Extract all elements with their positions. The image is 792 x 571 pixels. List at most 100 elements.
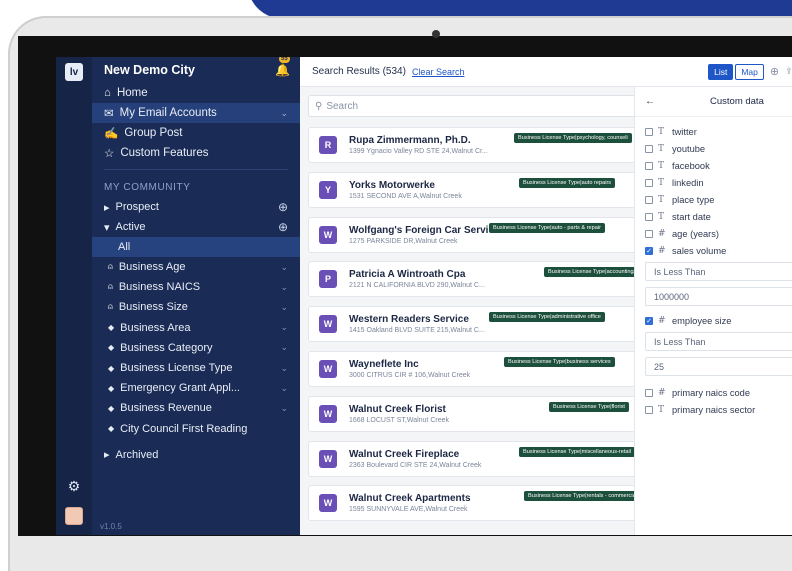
list-item[interactable]: Y Yorks Motorwerke 1531 SECOND AVE A,Walnu…	[308, 171, 668, 208]
app-screen: lv ⚙ New Demo City 🔔 55 ⌂ Home ✉ My Email A…	[56, 57, 792, 535]
field-label: twitter	[672, 126, 697, 137]
custom-field-option[interactable]: Tlinkedin	[635, 174, 792, 191]
chevron-down-icon[interactable]: ⌄	[280, 322, 288, 333]
checkbox[interactable]	[645, 178, 653, 187]
checkbox[interactable]: ✓	[645, 316, 653, 325]
clear-search-link[interactable]: Clear Search	[412, 67, 465, 77]
list-item[interactable]: W Wolfgang's Foreign Car Service 1275 PARK…	[308, 216, 668, 253]
chevron-down-icon[interactable]: ⌄	[280, 302, 288, 313]
share-icon[interactable]: ⇪	[785, 66, 792, 77]
business-name[interactable]: Walnut Creek Florist	[349, 404, 449, 415]
list-item[interactable]: R Rupa Zimmermann, Ph.D. 1399 Ygnacio Vall…	[308, 127, 668, 163]
workspace-title[interactable]: New Demo City	[104, 63, 195, 77]
business-name[interactable]: Walnut Creek Apartments	[349, 493, 471, 504]
tree-label: Active	[115, 221, 146, 233]
back-arrow-icon[interactable]: ←	[645, 96, 655, 107]
checkbox[interactable]	[645, 161, 653, 170]
checkbox[interactable]: ✓	[645, 246, 653, 255]
sidebar-item-group-post[interactable]: ✍ Group Post	[92, 123, 300, 143]
chevron-down-icon[interactable]: ⌄	[280, 108, 288, 119]
business-name[interactable]: Rupa Zimmermann, Ph.D.	[349, 135, 488, 146]
field-employee-size[interactable]: ✓ # employee size	[635, 312, 792, 329]
list-view-button[interactable]: List	[708, 63, 734, 80]
add-prospect-icon[interactable]: ⊕	[278, 200, 288, 214]
custom-field-option[interactable]: Tstart date	[635, 208, 792, 225]
sidebar-filter[interactable]: ◆ Business Revenue ⌄	[92, 398, 300, 418]
add-circle-icon[interactable]: ⊕	[770, 65, 779, 78]
list-item[interactable]: W Walnut Creek Florist 1668 LOCUST ST,Waln…	[308, 395, 668, 432]
tree-archived[interactable]: ▸ Archived	[92, 445, 300, 465]
gear-icon[interactable]: ⚙	[68, 478, 81, 495]
business-name[interactable]: Yorks Motorwerke	[349, 180, 462, 191]
chevron-down-icon[interactable]: ⌄	[280, 342, 288, 353]
tag-icon: ◆	[108, 343, 115, 353]
custom-field-option[interactable]: Tplace type	[635, 191, 792, 208]
add-active-icon[interactable]: ⊕	[278, 220, 288, 234]
checkbox[interactable]	[645, 195, 653, 204]
filter-label: Business NAICS	[118, 281, 201, 294]
sidebar-filter[interactable]: ◆ Business Area ⌄	[92, 318, 300, 338]
sidebar-filter[interactable]: ◆ Emergency Grant Appl... ⌄	[92, 378, 300, 398]
custom-field-option[interactable]: ✓ # sales volume	[635, 242, 792, 259]
list-item[interactable]: W Wayneflete Inc 3000 CITRUS CIR # 106,Wal…	[308, 350, 668, 387]
map-view-button[interactable]: Map	[735, 63, 764, 80]
custom-field-option[interactable]: Tprimary naics sector	[635, 401, 792, 418]
list-item[interactable]: W Walnut Creek Apartments 1595 SUNNYVALE A…	[308, 485, 668, 522]
custom-field-option[interactable]: # primary naics code	[635, 384, 792, 401]
employee-value-input[interactable]: 25	[645, 357, 792, 376]
sidebar-filter[interactable]: ⍝ Business Size ⌄	[92, 297, 300, 317]
avatar[interactable]	[65, 507, 83, 525]
chevron-down-icon[interactable]: ⌄	[280, 262, 288, 273]
business-address: 3000 CITRUS CIR # 106,Walnut Creek	[349, 371, 471, 379]
checkbox[interactable]	[645, 127, 653, 136]
list-item[interactable]: W Walnut Creek Fireplace 2363 Boulevard CI…	[308, 440, 668, 477]
caret-right-icon: ▸	[104, 201, 110, 214]
sidebar-item-home[interactable]: ⌂ Home	[92, 83, 300, 103]
checkbox[interactable]	[645, 405, 653, 414]
chevron-down-icon[interactable]: ⌄	[280, 363, 288, 374]
app-logo[interactable]: lv	[65, 63, 83, 81]
sales-operator-select[interactable]: Is Less Than	[645, 262, 792, 281]
tree-all[interactable]: All	[92, 237, 300, 257]
filter-label: Business Size	[118, 301, 188, 314]
custom-field-option[interactable]: Ttwitter	[635, 123, 792, 140]
checkbox[interactable]	[645, 388, 653, 397]
avatar: R	[319, 136, 337, 154]
sidebar-filter[interactable]: ⍝ Business NAICS ⌄	[92, 277, 300, 297]
tree-label: Prospect	[115, 201, 159, 213]
business-name[interactable]: Wolfgang's Foreign Car Service	[349, 225, 500, 236]
tree-prospect[interactable]: ▸ Prospect ⊕	[92, 197, 300, 217]
sidebar-filter[interactable]: ◆ Business License Type ⌄	[92, 358, 300, 378]
sidebar-filter[interactable]: ⍝ Business Age ⌄	[92, 257, 300, 277]
business-name[interactable]: Western Readers Service	[349, 314, 485, 325]
custom-field-option[interactable]: Tfacebook	[635, 157, 792, 174]
sidebar-filter[interactable]: ◆ City Council First Reading	[92, 419, 300, 439]
employee-operator-select[interactable]: Is Less Than	[645, 332, 792, 351]
sidebar-filter[interactable]: ◆ Business Category ⌄	[92, 338, 300, 358]
tag-icon: ◆	[108, 424, 115, 434]
tree-active[interactable]: ▾ Active ⊕	[92, 217, 300, 237]
tag-icon: ◆	[108, 323, 115, 333]
panel-header: ← Custom data	[635, 87, 792, 117]
custom-field-option[interactable]: Tyoutube	[635, 140, 792, 157]
checkbox[interactable]	[645, 144, 653, 153]
list-item[interactable]: P Patricia A Wintroath Cpa 2121 N CALIFORN…	[308, 261, 668, 298]
business-address: 1399 Ygnacio Valley RD STE 24,Walnut Cr.…	[349, 148, 488, 155]
category-tag: Business License Type|miscellaneous-reta…	[519, 446, 635, 457]
chevron-down-icon[interactable]: ⌄	[280, 383, 288, 394]
custom-field-option[interactable]: # age (years)	[635, 225, 792, 242]
bell-icon[interactable]: 🔔 55	[275, 57, 290, 77]
checkbox[interactable]	[645, 229, 653, 238]
chevron-down-icon[interactable]: ⌄	[280, 282, 288, 293]
business-name[interactable]: Wayneflete Inc	[349, 359, 470, 370]
list-item[interactable]: W Western Readers Service 1415 Oakland BLV…	[308, 306, 668, 343]
checkbox[interactable]	[645, 212, 653, 221]
chevron-down-icon[interactable]: ⌄	[280, 403, 288, 414]
business-name[interactable]: Patricia A Wintroath Cpa	[349, 269, 485, 280]
search-input[interactable]: ⚲ Search	[308, 95, 668, 117]
sidebar-item-email[interactable]: ✉ My Email Accounts ⌄	[92, 103, 300, 123]
sales-value-input[interactable]: 1000000	[645, 287, 792, 306]
filter-label: Emergency Grant Appl...	[120, 382, 240, 395]
sidebar-item-custom-features[interactable]: ☆ Custom Features	[92, 143, 300, 163]
business-name[interactable]: Walnut Creek Fireplace	[349, 449, 481, 460]
